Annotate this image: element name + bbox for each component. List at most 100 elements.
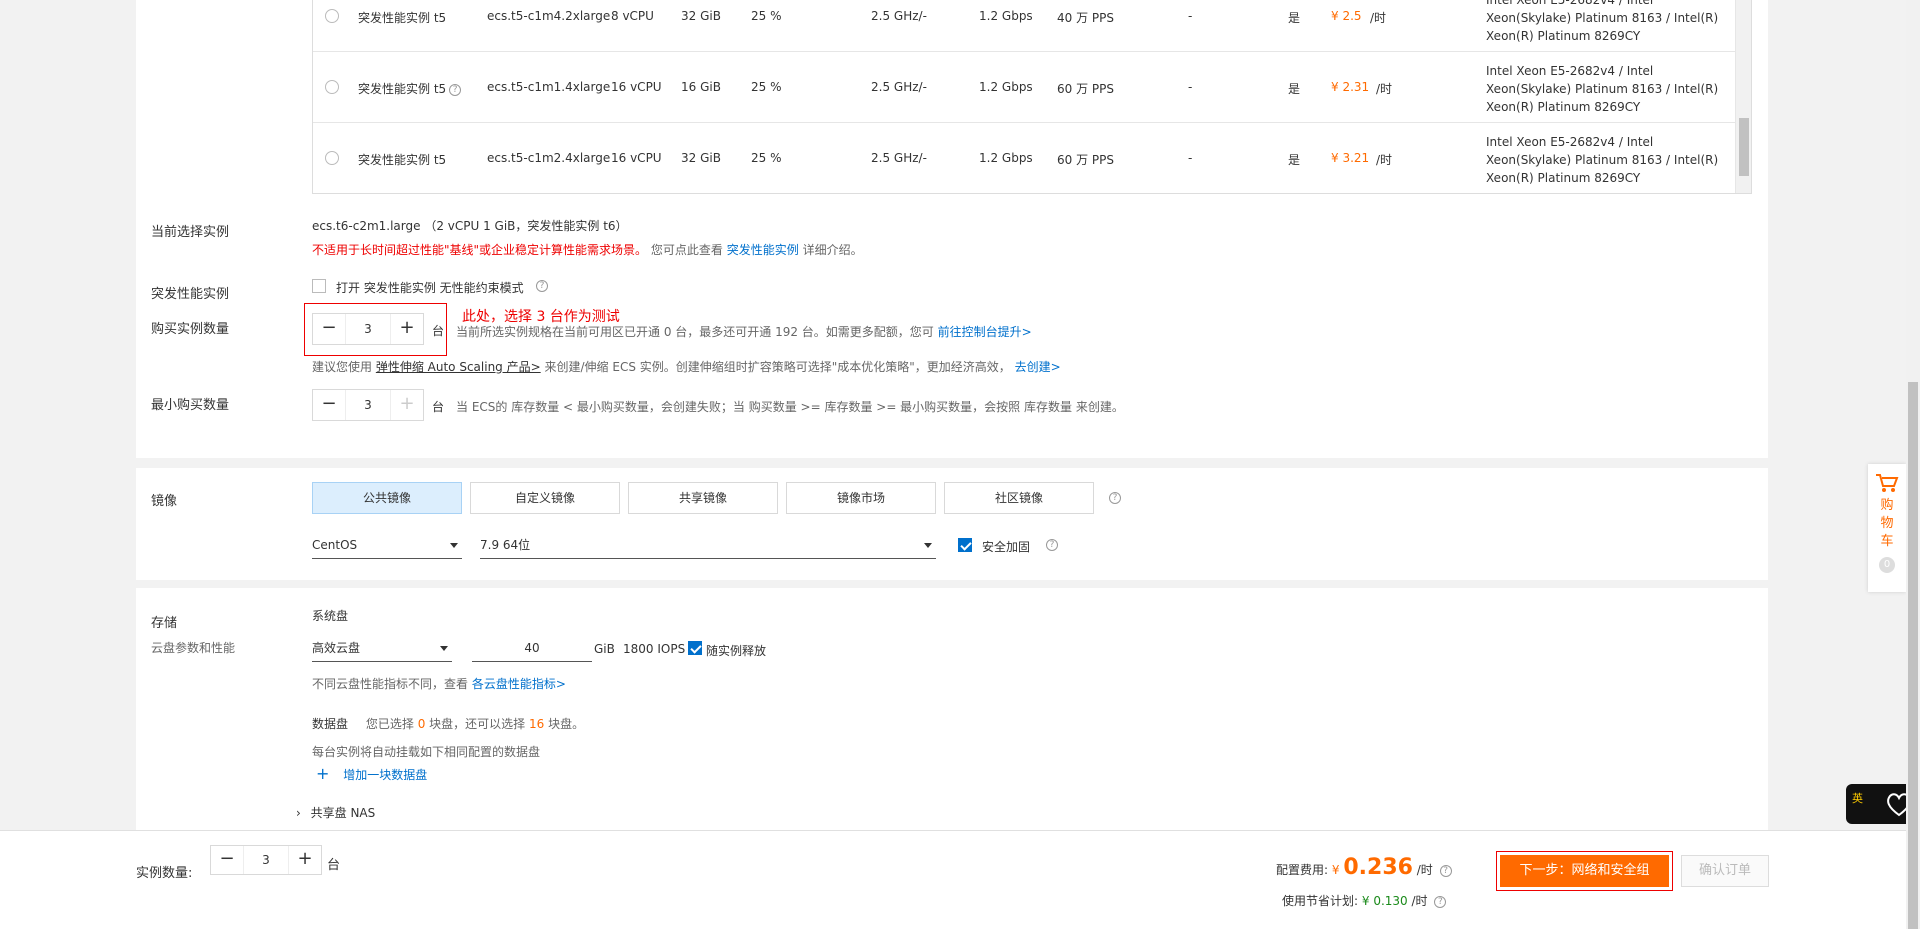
- disk-perf-note: 不同云盘性能指标不同，查看 各云盘性能指标>: [312, 675, 566, 692]
- decrease-button[interactable]: −: [313, 390, 345, 420]
- disk-size-value[interactable]: 40: [524, 641, 539, 655]
- disk-type-value: 高效云盘: [312, 641, 361, 655]
- quota-text: 当前所选实例规格在当前可用区已开通 0 台，最多还可开通 192 台。如需更多配…: [456, 325, 934, 339]
- table-scrollbar[interactable]: [1735, 0, 1751, 193]
- nas-toggle[interactable]: › 共享盘 NAS: [296, 804, 375, 821]
- storage-sublabel: 云盘参数和性能: [151, 641, 236, 655]
- cpu-model: Intel Xeon E5-2682v4 / Intel Xeon(Skylak…: [1486, 135, 1719, 185]
- next-step-button[interactable]: 下一步：网络和安全组: [1500, 855, 1669, 887]
- row-radio[interactable]: [325, 80, 339, 94]
- savings-value: ¥ 0.130: [1361, 894, 1408, 908]
- create-link[interactable]: 去创建>: [1015, 360, 1061, 374]
- version-value: 7.9 64位: [480, 538, 531, 552]
- help-icon[interactable]: ?: [449, 83, 462, 96]
- instance-type-table: 突发性能实例 t5 ecs.t5-c1m4.2xlarge 8 vCPU 32 …: [312, 0, 1752, 194]
- hint-mid: 来创建/伸缩 ECS 实例。创建伸缩组时扩容策略可选择"成本优化策略"，更加经济…: [544, 360, 1011, 374]
- data-disk-selected: 0: [417, 717, 426, 731]
- unlimited-mode-checkbox[interactable]: [312, 279, 326, 293]
- unlimited-mode-label: 打开 突发性能实例 无性能约束模式: [336, 281, 524, 295]
- table-scrollbar-thumb[interactable]: [1739, 118, 1749, 176]
- version-select[interactable]: 7.9 64位: [480, 531, 936, 559]
- help-icon[interactable]: ?: [1434, 895, 1447, 908]
- support: 是: [1288, 82, 1301, 96]
- fee-label: 配置费用:: [1276, 863, 1329, 877]
- plus-icon: +: [316, 764, 330, 783]
- selected-detail: （2 vCPU 1 GiB，突发性能实例 t6）: [424, 219, 628, 233]
- footer-qty-label: 实例数量:: [136, 866, 193, 881]
- row-radio[interactable]: [325, 151, 339, 165]
- page-scrollbar-thumb[interactable]: [1908, 382, 1918, 929]
- security-checkbox[interactable]: [958, 538, 972, 552]
- increase-button[interactable]: +: [289, 846, 321, 874]
- vcpu: 16 vCPU: [611, 151, 662, 165]
- table-row[interactable]: 突发性能实例 t5 ecs.t5-c1m2.4xlarge 16 vCPU 32…: [313, 123, 1736, 193]
- note-prefix: 您可点此查看: [650, 243, 723, 257]
- row-radio[interactable]: [325, 9, 339, 23]
- footer-qty-value[interactable]: 3: [243, 846, 289, 874]
- savings-label: 使用节省计划:: [1282, 894, 1359, 908]
- instance-spec: ecs.t5-c1m1.4xlarge: [487, 80, 611, 94]
- perf-note: 不同云盘性能指标不同，查看: [312, 677, 469, 691]
- increase-button[interactable]: +: [391, 314, 423, 344]
- cart-char: 物: [1880, 516, 1894, 531]
- table-row[interactable]: 突发性能实例 t5? ecs.t5-c1m1.4xlarge 16 vCPU 1…: [313, 52, 1736, 123]
- help-icon[interactable]: ?: [1046, 539, 1058, 551]
- tab-custom-image[interactable]: 自定义镜像: [470, 482, 620, 514]
- confirm-order-button[interactable]: 确认订单: [1681, 855, 1769, 887]
- os-select[interactable]: CentOS: [312, 531, 462, 559]
- footer-quantity-stepper[interactable]: − 3 +: [210, 845, 322, 875]
- savings-line: 使用节省计划: ¥ 0.130 /时 ?: [1282, 892, 1447, 909]
- cpu-model: Intel Xeon E5-2682v4 / Intel Xeon(Skylak…: [1486, 64, 1719, 114]
- decrease-button[interactable]: −: [211, 846, 243, 874]
- footer-qty-unit: 台: [327, 858, 341, 873]
- disk-type-select[interactable]: 高效云盘: [312, 634, 452, 662]
- add-data-disk-button[interactable]: + 增加一块数据盘: [316, 764, 427, 783]
- release-checkbox[interactable]: [688, 641, 702, 655]
- burst-instance-link[interactable]: 突发性能实例: [727, 243, 799, 257]
- burst-warning: 不适用于长时间超过性能"基线"或企业稳定计算性能需求场景。: [312, 243, 648, 257]
- instance-family: 突发性能实例 t5: [358, 82, 447, 96]
- quantity-value[interactable]: 3: [345, 314, 391, 344]
- page-scrollbar[interactable]: [1906, 0, 1920, 929]
- ipv6: -: [1188, 151, 1193, 165]
- quantity-label: 购买实例数量: [151, 322, 230, 337]
- selected-spec: ecs.t6-c2m1.large: [312, 219, 421, 233]
- iops: 1800 IOPS: [623, 642, 686, 656]
- hint-prefix: 建议您使用: [312, 360, 373, 374]
- increase-button[interactable]: +: [391, 390, 423, 420]
- price: ¥ 2.5: [1331, 9, 1362, 23]
- chevron-right-icon: ›: [296, 806, 301, 820]
- decrease-button[interactable]: −: [313, 314, 345, 344]
- tab-public-image[interactable]: 公共镜像: [312, 482, 462, 514]
- tab-shared-image[interactable]: 共享镜像: [628, 482, 778, 514]
- data-disk-remaining: 16: [529, 717, 545, 731]
- ime-char: 英: [1852, 792, 1863, 805]
- help-icon[interactable]: ?: [1109, 492, 1121, 504]
- tab-community-image[interactable]: 社区镜像: [944, 482, 1094, 514]
- min-quantity-stepper[interactable]: − 3 +: [312, 389, 424, 421]
- data-disk-label: 数据盘: [312, 717, 349, 731]
- quota-link[interactable]: 前往控制台提升>: [938, 325, 1032, 339]
- memory: 16 GiB: [681, 80, 721, 94]
- instance-family: 突发性能实例 t5: [358, 11, 447, 25]
- tab-image-market[interactable]: 镜像市场: [786, 482, 936, 514]
- quantity-stepper[interactable]: − 3 +: [312, 313, 424, 345]
- help-icon[interactable]: ?: [536, 280, 548, 292]
- instance-spec: ecs.t5-c1m4.2xlarge: [487, 9, 611, 23]
- cart-widget[interactable]: 购 物 车 0: [1868, 464, 1906, 592]
- clock-speed: 2.5 GHz/-: [871, 9, 927, 23]
- os-value: CentOS: [312, 538, 358, 552]
- baseline: 25 %: [751, 80, 782, 94]
- selected-instance-label: 当前选择实例: [151, 225, 230, 240]
- perf-link[interactable]: 各云盘性能指标>: [472, 677, 566, 691]
- support: 是: [1288, 11, 1301, 25]
- help-icon[interactable]: ?: [1439, 864, 1452, 877]
- min-quantity-value[interactable]: 3: [345, 390, 391, 420]
- autoscaling-link[interactable]: 弹性伸缩 Auto Scaling 产品>: [376, 360, 541, 374]
- savings-unit: /时: [1411, 894, 1428, 908]
- selected-instance-info: ecs.t6-c2m1.large （2 vCPU 1 GiB，突发性能实例 t…: [312, 217, 628, 234]
- disk-size-input[interactable]: 40: [472, 634, 592, 662]
- pps: 60 万 PPS: [1057, 153, 1114, 167]
- table-row[interactable]: 突发性能实例 t5 ecs.t5-c1m4.2xlarge 8 vCPU 32 …: [313, 0, 1736, 52]
- chevron-down-icon: [924, 543, 932, 548]
